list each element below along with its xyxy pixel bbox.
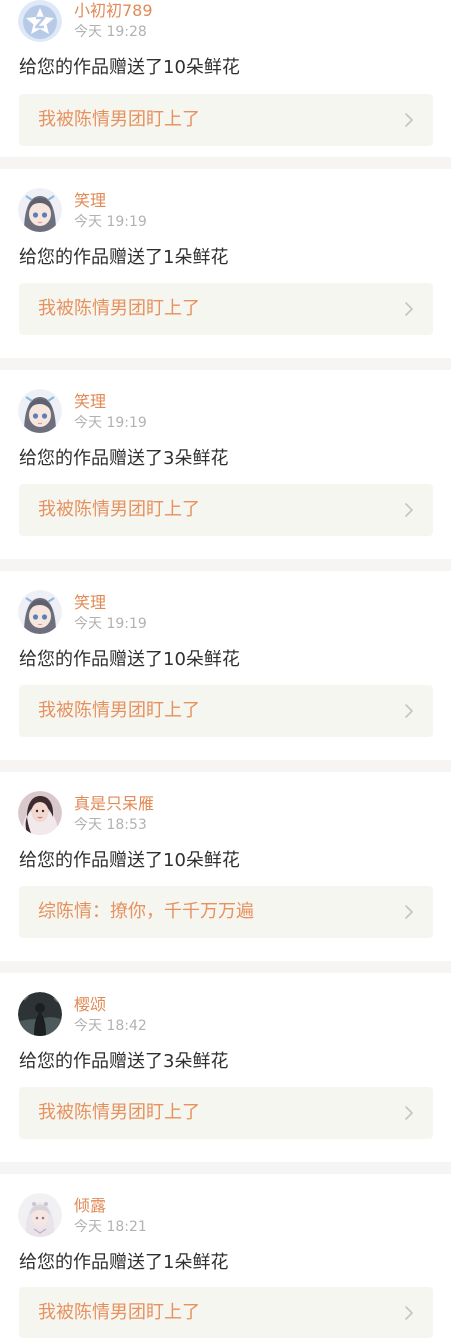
- avatar[interactable]: [18, 188, 62, 232]
- avatar[interactable]: [18, 791, 62, 835]
- work-link[interactable]: 我被陈情男团盯上了: [19, 94, 433, 146]
- timestamp: 今天 19:19: [74, 415, 147, 431]
- work-title: 我被陈情男团盯上了: [38, 499, 200, 520]
- work-title: 我被陈情男团盯上了: [38, 1302, 200, 1323]
- timestamp: 今天 18:21: [74, 1219, 147, 1235]
- card-divider: [0, 961, 451, 973]
- chevron-right-icon: [405, 302, 413, 316]
- gift-notification-feed: 小初初789 今天 19:28 给您的作品赠送了10朵鲜花 我被陈情男团盯上了: [0, 0, 451, 1338]
- work-title: 综陈情：撩你，千千万万遍: [38, 901, 254, 922]
- timestamp: 今天 18:42: [74, 1018, 147, 1034]
- dark-figure-avatar-icon: [18, 992, 62, 1036]
- work-link[interactable]: 我被陈情男团盯上了: [19, 685, 433, 737]
- timestamp: 今天 19:19: [74, 214, 147, 230]
- username[interactable]: 樱颂: [74, 994, 106, 1016]
- gift-message: 给您的作品赠送了1朵鲜花: [19, 247, 229, 268]
- card-divider: [0, 760, 451, 772]
- chevron-right-icon: [405, 1106, 413, 1120]
- anime-girl-avatar-icon: [18, 590, 62, 634]
- notification-card: 笑理 今天 19:19 给您的作品赠送了3朵鲜花 我被陈情男团盯上了: [0, 370, 451, 559]
- card-divider: [0, 358, 451, 370]
- default-z-avatar-icon: [18, 0, 62, 42]
- username[interactable]: 真是只呆雁: [74, 793, 154, 815]
- chevron-right-icon: [405, 113, 413, 127]
- notification-card: 倾露 今天 18:21 给您的作品赠送了1朵鲜花 我被陈情男团盯上了: [0, 1174, 451, 1338]
- white-hair-girl-avatar-icon: [18, 1193, 62, 1237]
- timestamp: 今天 18:53: [74, 817, 147, 833]
- portrait-avatar-icon: [18, 791, 62, 835]
- chevron-right-icon: [405, 1306, 413, 1320]
- notification-card: 笑理 今天 19:19 给您的作品赠送了1朵鲜花 我被陈情男团盯上了: [0, 169, 451, 358]
- avatar[interactable]: [18, 590, 62, 634]
- card-divider: [0, 559, 451, 571]
- gift-message: 给您的作品赠送了3朵鲜花: [19, 448, 229, 469]
- anime-girl-avatar-icon: [18, 389, 62, 433]
- anime-girl-avatar-icon: [18, 188, 62, 232]
- work-link[interactable]: 综陈情：撩你，千千万万遍: [19, 886, 433, 938]
- username[interactable]: 小初初789: [74, 0, 153, 22]
- gift-message: 给您的作品赠送了1朵鲜花: [19, 1252, 229, 1273]
- card-divider: [0, 157, 451, 169]
- work-title: 我被陈情男团盯上了: [38, 298, 200, 319]
- timestamp: 今天 19:19: [74, 616, 147, 632]
- avatar[interactable]: [18, 992, 62, 1036]
- notification-card: 真是只呆雁 今天 18:53 给您的作品赠送了10朵鲜花 综陈情：撩你，千千万万…: [0, 772, 451, 961]
- notification-card: 樱颂 今天 18:42 给您的作品赠送了3朵鲜花 我被陈情男团盯上了: [0, 973, 451, 1162]
- gift-message: 给您的作品赠送了10朵鲜花: [19, 649, 240, 670]
- username[interactable]: 倾露: [74, 1195, 106, 1217]
- work-link[interactable]: 我被陈情男团盯上了: [19, 1087, 433, 1139]
- timestamp: 今天 19:28: [74, 24, 147, 40]
- notification-card: 笑理 今天 19:19 给您的作品赠送了10朵鲜花 我被陈情男团盯上了: [0, 571, 451, 760]
- chevron-right-icon: [405, 503, 413, 517]
- avatar[interactable]: [18, 389, 62, 433]
- notification-card: 小初初789 今天 19:28 给您的作品赠送了10朵鲜花 我被陈情男团盯上了: [0, 0, 451, 157]
- username[interactable]: 笑理: [74, 190, 106, 212]
- work-link[interactable]: 我被陈情男团盯上了: [19, 1287, 433, 1338]
- gift-message: 给您的作品赠送了10朵鲜花: [19, 850, 240, 871]
- gift-message: 给您的作品赠送了3朵鲜花: [19, 1051, 229, 1072]
- work-title: 我被陈情男团盯上了: [38, 700, 200, 721]
- work-link[interactable]: 我被陈情男团盯上了: [19, 484, 433, 536]
- work-title: 我被陈情男团盯上了: [38, 1102, 200, 1123]
- card-divider: [0, 1162, 451, 1174]
- work-title: 我被陈情男团盯上了: [38, 109, 200, 130]
- avatar[interactable]: [18, 1193, 62, 1237]
- work-link[interactable]: 我被陈情男团盯上了: [19, 283, 433, 335]
- username[interactable]: 笑理: [74, 592, 106, 614]
- username[interactable]: 笑理: [74, 391, 106, 413]
- chevron-right-icon: [405, 905, 413, 919]
- chevron-right-icon: [405, 704, 413, 718]
- avatar[interactable]: [18, 0, 62, 42]
- gift-message: 给您的作品赠送了10朵鲜花: [19, 57, 240, 78]
